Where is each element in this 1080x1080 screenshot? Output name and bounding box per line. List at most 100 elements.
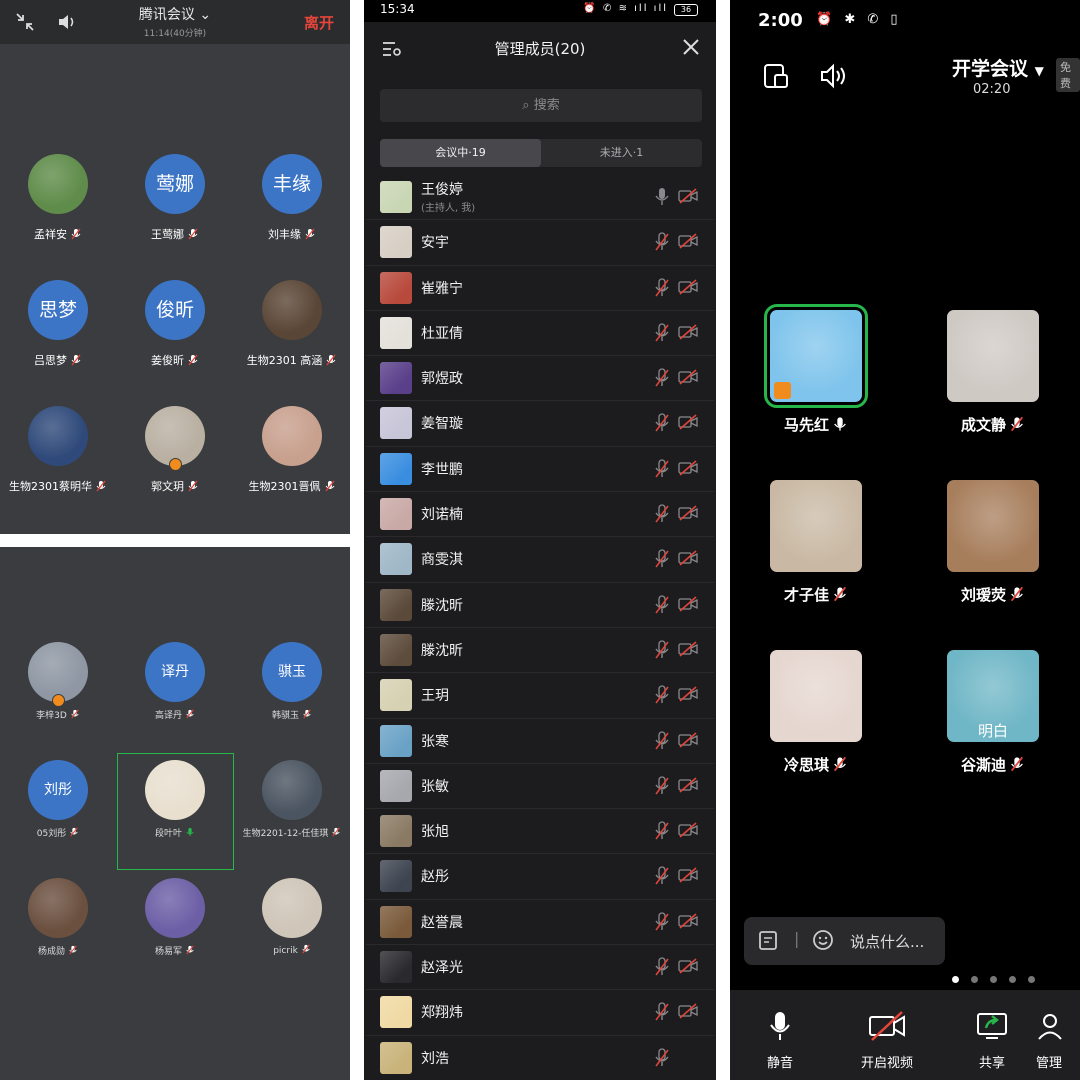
video-tile[interactable] [770, 650, 862, 742]
video-tile[interactable] [947, 310, 1039, 402]
page-indicator[interactable] [952, 968, 1047, 987]
member-row[interactable]: 李世鹏 [366, 447, 714, 493]
member-row[interactable]: 赵誉晨 [366, 900, 714, 946]
video-tile[interactable] [770, 480, 862, 572]
camera-off-icon[interactable] [678, 731, 698, 752]
chat-placeholder[interactable]: 说点什么... [850, 931, 924, 952]
participant-name: 生物2201-12-任佳琪 [242, 829, 329, 839]
camera-off-icon[interactable] [678, 188, 698, 208]
mic-off-icon[interactable] [654, 595, 670, 619]
mic-off-icon[interactable] [654, 459, 670, 483]
chat-list-icon[interactable] [758, 930, 782, 956]
camera-off-icon[interactable] [678, 369, 698, 389]
mic-on-icon[interactable] [654, 187, 670, 211]
mic-off-icon[interactable] [654, 685, 670, 709]
camera-off-icon[interactable] [678, 550, 698, 570]
camera-off-icon[interactable] [678, 641, 698, 661]
video-name-row: 成文静 [928, 414, 1058, 436]
member-row[interactable]: 商雯淇 [366, 537, 714, 583]
camera-off-icon[interactable] [678, 233, 698, 253]
member-name: 李世鹏 [421, 461, 463, 478]
member-row[interactable]: 赵泽光 [366, 945, 714, 991]
member-row[interactable]: 崔雅宁 [366, 266, 714, 311]
emoji-icon[interactable] [812, 929, 834, 955]
member-name: 赵泽光 [421, 960, 463, 977]
camera-off-icon[interactable] [678, 414, 698, 434]
video-participant-name: 谷澌迪 [960, 756, 1006, 774]
avatar [28, 878, 88, 938]
camera-off-icon[interactable] [678, 596, 698, 616]
tab-in-meeting[interactable]: 会议中·19 [380, 139, 541, 167]
page-dot[interactable] [1028, 976, 1035, 983]
member-row[interactable]: 刘浩 [366, 1036, 714, 1080]
mic-off-icon[interactable] [654, 1047, 670, 1072]
member-row[interactable]: 王玥 [366, 673, 714, 719]
member-row[interactable]: 赵彤 [366, 854, 714, 900]
chat-input-bar[interactable]: | 说点什么... [744, 917, 945, 965]
member-row[interactable]: 杜亚倩 [366, 311, 714, 357]
member-row[interactable]: 张寒 [366, 719, 714, 764]
member-row[interactable]: 郭煜政 [366, 356, 714, 402]
mic-off-icon[interactable] [654, 549, 670, 573]
member-name: 张旭 [421, 824, 449, 841]
member-row[interactable]: 郑翔炜 [366, 990, 714, 1036]
mic-off-icon[interactable] [654, 323, 670, 347]
page-dot[interactable] [971, 976, 978, 983]
camera-off-icon[interactable] [678, 460, 698, 480]
member-row[interactable]: 王俊婷 (主持人, 我) [366, 175, 714, 221]
member-row[interactable]: 刘诺楠 [366, 492, 714, 538]
mic-off-icon[interactable] [654, 277, 670, 302]
speaker-icon[interactable] [818, 62, 850, 94]
member-row[interactable]: 滕沈昕 [366, 628, 714, 674]
participant-name-row: 杨易军 [117, 944, 233, 958]
close-icon[interactable] [682, 38, 700, 60]
video-tile[interactable] [764, 304, 868, 408]
page-dot[interactable] [952, 976, 959, 983]
mic-off-icon[interactable] [654, 232, 670, 256]
video-tile[interactable] [947, 480, 1039, 572]
mic-off-icon[interactable] [654, 368, 670, 392]
mic-off-icon[interactable] [654, 821, 670, 845]
meeting-title[interactable]: 开学会议 ▼ [952, 54, 1044, 81]
mic-off-icon[interactable] [654, 866, 670, 890]
share-button[interactable]: 共享 [952, 1010, 1032, 1071]
mic-off-icon [185, 945, 195, 958]
mute-button[interactable]: 静音 [740, 1010, 820, 1071]
camera-off-icon[interactable] [678, 1003, 698, 1023]
tab-not-joined[interactable]: 未进入·1 [541, 139, 702, 167]
page-dot[interactable] [1009, 976, 1016, 983]
camera-off-icon[interactable] [678, 324, 698, 344]
camera-off-icon[interactable] [678, 822, 698, 842]
camera-off-icon[interactable] [678, 505, 698, 525]
page-dot[interactable] [990, 976, 997, 983]
mic-off-icon[interactable] [654, 1002, 670, 1026]
mic-off-icon[interactable] [654, 640, 670, 664]
mic-off-icon[interactable] [654, 730, 670, 755]
mic-off-icon [325, 354, 337, 369]
camera-off-icon[interactable] [678, 279, 698, 299]
mic-off-icon[interactable] [654, 413, 670, 437]
member-row[interactable]: 滕沈昕 [366, 583, 714, 628]
camera-off-icon[interactable] [678, 867, 698, 887]
mic-off-icon[interactable] [654, 912, 670, 936]
member-row[interactable]: 姜智璇 [366, 401, 714, 447]
manage-button[interactable]: 管理 [1036, 1010, 1080, 1071]
mic-off-icon[interactable] [654, 504, 670, 528]
camera-off-icon[interactable] [678, 958, 698, 978]
start-video-button[interactable]: 开启视频 [847, 1010, 927, 1071]
member-row[interactable]: 张旭 [366, 809, 714, 855]
floating-window-icon[interactable] [762, 62, 790, 94]
participant-name-row: 杨成勋 [0, 944, 116, 958]
camera-off-icon[interactable] [678, 913, 698, 933]
camera-off-icon[interactable] [678, 686, 698, 706]
member-row[interactable]: 张敏 [366, 764, 714, 810]
mic-off-icon[interactable] [654, 957, 670, 981]
camera-off-icon[interactable] [678, 777, 698, 797]
leave-button[interactable]: 离开 [304, 12, 334, 33]
video-tile[interactable]: 明白 [947, 650, 1039, 742]
member-row[interactable]: 安宇 [366, 220, 714, 266]
participant-name: 杨易军 [154, 947, 182, 957]
mic-off-icon[interactable] [654, 776, 670, 800]
meeting-title[interactable]: 腾讯会议 ⌄ [0, 4, 350, 24]
search-input[interactable]: ⌕ 搜索 [380, 89, 702, 122]
